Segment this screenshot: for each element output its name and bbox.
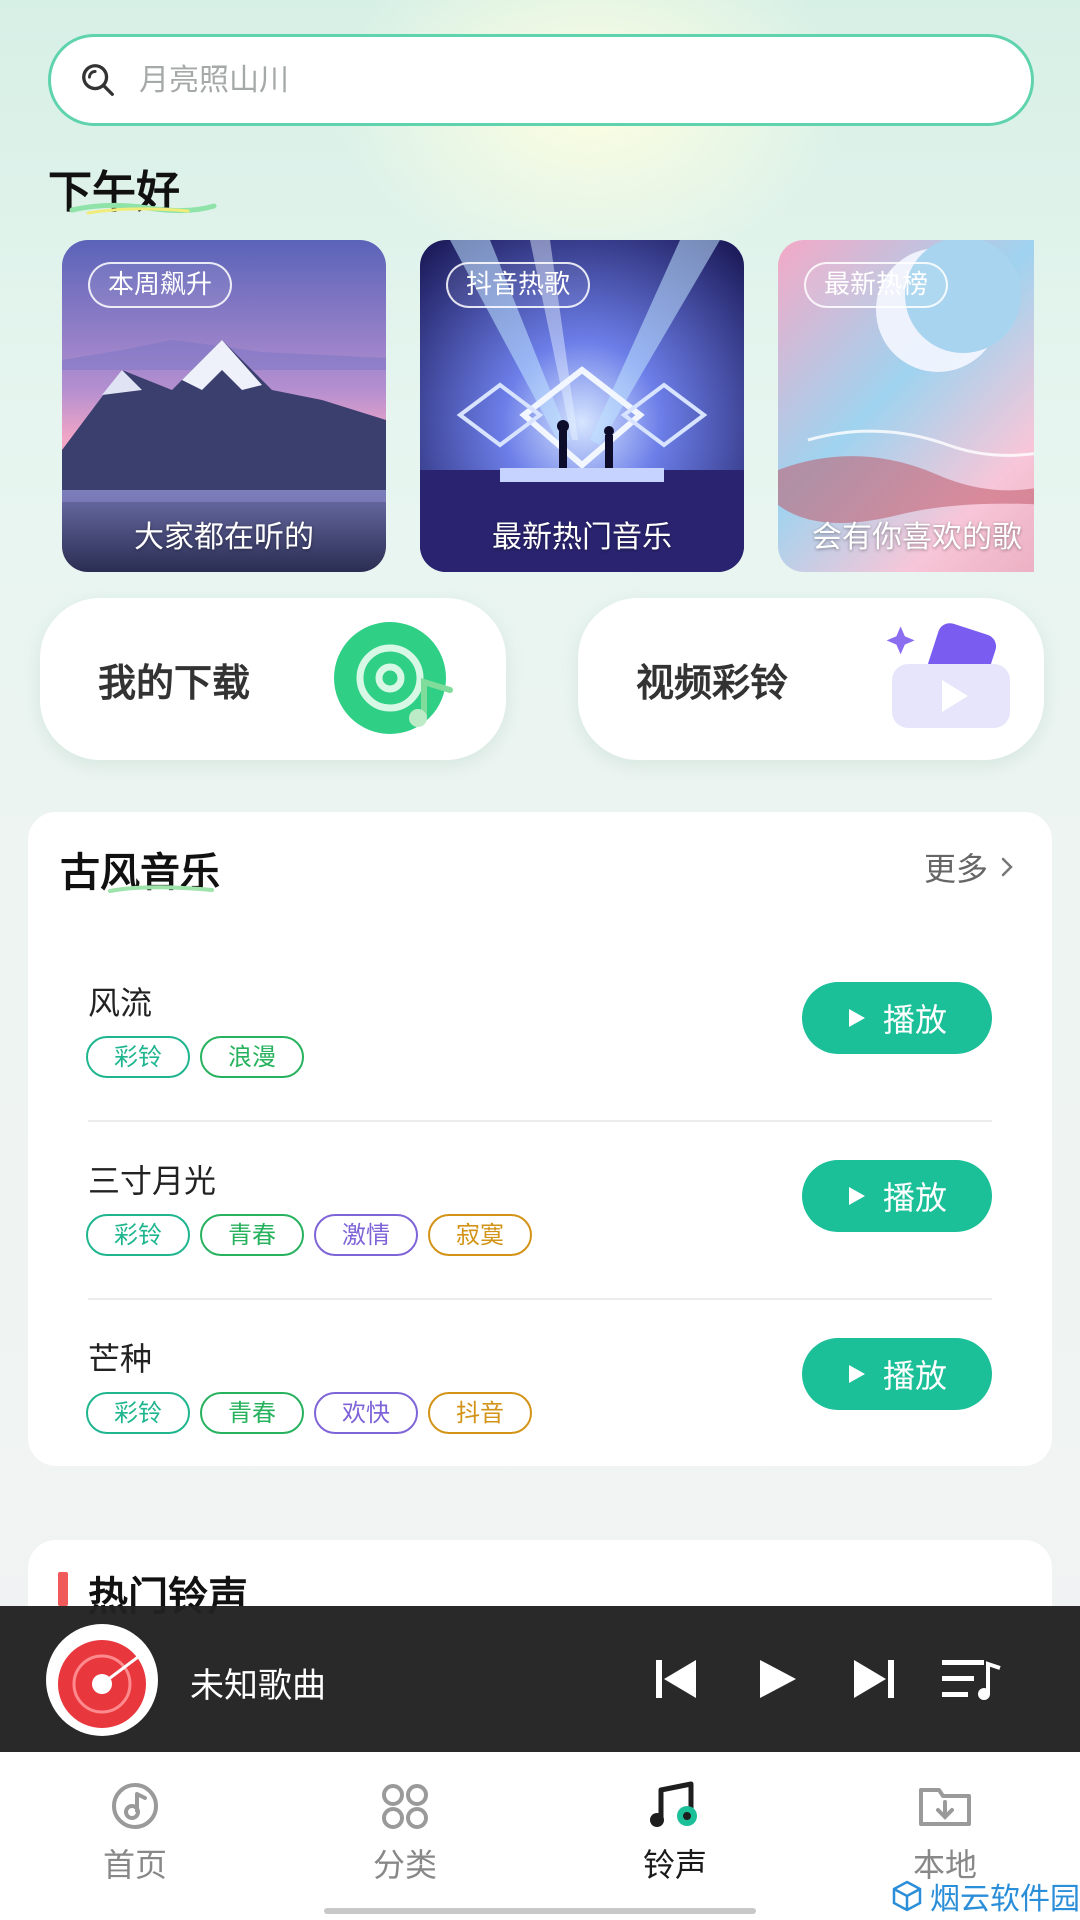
section-title-swoosh [108, 885, 214, 893]
home-indicator[interactable] [324, 1908, 756, 1914]
play-label: 播放 [882, 1357, 947, 1395]
nav-label: 铃声 [642, 1846, 707, 1884]
watermark: 烟云软件园 [890, 1874, 1080, 1918]
song-tag: 欢快 [314, 1392, 418, 1434]
my-downloads-label: 我的下载 [98, 661, 251, 705]
banner-carousel[interactable]: 本周飙升 大家都在听的 抖音热歌 最新热门音乐 最新热榜 会有你喜欢的歌 [62, 240, 1034, 572]
song-tag: 彩铃 [86, 1214, 190, 1256]
mini-player[interactable]: 未知歌曲 [0, 1606, 1080, 1752]
play-icon [848, 1365, 865, 1383]
search-icon [82, 64, 114, 96]
song-tag: 青春 [200, 1214, 304, 1256]
song-tag: 浪漫 [200, 1036, 304, 1078]
song-tags: 彩铃 浪漫 [86, 1036, 314, 1078]
search-bar[interactable] [48, 34, 1034, 126]
song-name: 三寸月光 [88, 1162, 217, 1200]
previous-icon[interactable] [652, 1656, 700, 1702]
ancient-music-section: 古风音乐 更多 风流 彩铃 浪漫 播放 三寸月光 彩铃 青春 激情 寂寞 播放 [28, 812, 1052, 1466]
greeting-title: 下午好 [48, 156, 217, 220]
category-grid-icon [382, 1784, 428, 1829]
ringtone-icon [650, 1781, 697, 1827]
chevron-right-icon [1001, 857, 1013, 877]
song-name: 芒种 [88, 1340, 153, 1378]
song-name: 风流 [88, 984, 153, 1022]
song-tag: 抖音 [428, 1392, 532, 1434]
video-play-icon [886, 623, 1010, 728]
nav-item-category[interactable]: 分类 [335, 1780, 475, 1886]
next-icon[interactable] [850, 1656, 898, 1702]
banner-title: 最新热门音乐 [492, 520, 672, 555]
song-tags: 彩铃 青春 欢快 抖音 [86, 1392, 542, 1434]
nav-label: 分类 [372, 1846, 437, 1884]
play-button[interactable]: 播放 [802, 1160, 992, 1232]
banner-card-weekly-rising[interactable]: 本周飙升 大家都在听的 [62, 240, 386, 572]
banner-tag: 最新热榜 [804, 262, 949, 308]
song-row[interactable]: 芒种 彩铃 青春 欢快 抖音 播放 [58, 1300, 1022, 1478]
video-ringtone-tile[interactable]: 视频彩铃 [578, 598, 1044, 760]
nav-label: 首页 [102, 1846, 167, 1884]
song-tag: 彩铃 [86, 1392, 190, 1434]
banner-title: 大家都在听的 [134, 520, 314, 555]
more-link[interactable]: 更多 [924, 844, 1014, 890]
greeting-swoosh [69, 202, 217, 215]
local-folder-icon [919, 1788, 971, 1826]
song-row[interactable]: 三寸月光 彩铃 青春 激情 寂寞 播放 [58, 1122, 1022, 1300]
play-button[interactable]: 播放 [802, 1338, 992, 1410]
song-tag: 激情 [314, 1214, 418, 1256]
video-ringtone-label: 视频彩铃 [636, 661, 789, 705]
play-button[interactable]: 播放 [802, 982, 992, 1054]
record-icon [58, 1640, 146, 1728]
play-label: 播放 [882, 1001, 947, 1039]
banner-card-new-hot[interactable]: 最新热榜 会有你喜欢的歌 [778, 240, 1034, 572]
nav-item-local[interactable]: 本地 [875, 1780, 1015, 1886]
banner-card-douyin-hits[interactable]: 抖音热歌 最新热门音乐 [420, 240, 744, 572]
more-label: 更多 [923, 850, 988, 888]
section-accent-bar [58, 1572, 68, 1606]
music-disc-icon [334, 622, 453, 734]
playlist-icon[interactable] [940, 1654, 1004, 1704]
watermark-text: 烟云软件园 [930, 1882, 1080, 1917]
song-tag: 彩铃 [86, 1036, 190, 1078]
song-tag: 青春 [200, 1392, 304, 1434]
play-icon[interactable] [756, 1656, 800, 1702]
home-music-icon [112, 1783, 158, 1829]
nav-item-ringtone[interactable]: 铃声 [605, 1780, 745, 1886]
play-label: 播放 [882, 1179, 947, 1217]
play-icon [848, 1009, 865, 1027]
song-tag: 寂寞 [428, 1214, 532, 1256]
play-icon [848, 1187, 865, 1205]
nav-item-home[interactable]: 首页 [65, 1780, 205, 1886]
banner-title: 会有你喜欢的歌 [812, 520, 1022, 555]
now-playing-title: 未知歌曲 [190, 1666, 326, 1706]
song-row[interactable]: 风流 彩铃 浪漫 播放 [58, 944, 1022, 1122]
search-input[interactable] [139, 62, 939, 98]
my-downloads-tile[interactable]: 我的下载 [40, 598, 506, 760]
banner-tag: 抖音热歌 [446, 262, 591, 308]
album-disc[interactable] [46, 1624, 158, 1736]
cube-logo-icon [892, 1880, 922, 1912]
banner-tag: 本周飙升 [88, 262, 233, 308]
song-tags: 彩铃 青春 激情 寂寞 [86, 1214, 542, 1256]
